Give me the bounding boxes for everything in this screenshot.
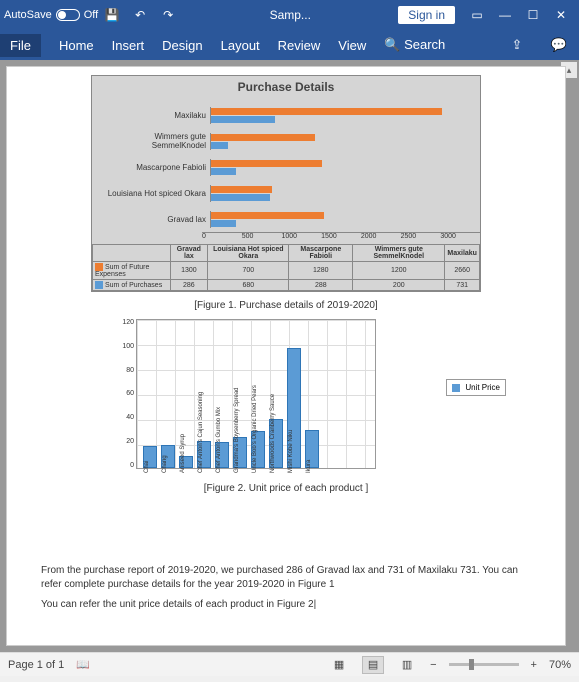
minimize-icon[interactable]: — xyxy=(491,1,519,29)
titlebar: AutoSave Off 💾 ↶ ↷ Samp... Sign in ▭ — ☐… xyxy=(0,0,579,30)
ribbon-options-icon[interactable]: ▭ xyxy=(463,1,491,29)
read-mode-icon[interactable]: ▦ xyxy=(328,656,350,674)
save-icon[interactable]: 💾 xyxy=(98,1,126,29)
spellcheck-icon[interactable]: 📖 xyxy=(76,658,90,671)
page: Purchase Details MaxilakuWimmers gute Se… xyxy=(6,66,566,646)
search-button[interactable]: 🔍 Search xyxy=(384,37,445,53)
undo-icon[interactable]: ↶ xyxy=(126,1,154,29)
chart1-title: Purchase Details xyxy=(92,76,480,98)
zoom-in-button[interactable]: + xyxy=(531,659,537,671)
figure2-caption: [Figure 2. Unit price of each product ] xyxy=(37,483,535,494)
tab-design[interactable]: Design xyxy=(162,38,202,53)
zoom-slider[interactable] xyxy=(449,663,519,666)
paragraph-1[interactable]: From the purchase report of 2019-2020, w… xyxy=(41,564,531,592)
autosave-state: Off xyxy=(84,9,98,21)
tab-insert[interactable]: Insert xyxy=(112,38,145,53)
statusbar: Page 1 of 1 📖 ▦ ▤ ▥ − + 70% xyxy=(0,652,579,676)
redo-icon[interactable]: ↷ xyxy=(154,1,182,29)
chart2-legend: Unit Price xyxy=(446,379,506,396)
print-layout-icon[interactable]: ▤ xyxy=(362,656,384,674)
maximize-icon[interactable]: ☐ xyxy=(519,1,547,29)
comments-icon[interactable]: 💬 xyxy=(547,33,571,57)
web-layout-icon[interactable]: ▥ xyxy=(396,656,418,674)
zoom-level[interactable]: 70% xyxy=(549,659,571,671)
page-indicator[interactable]: Page 1 of 1 xyxy=(8,659,64,671)
zoom-out-button[interactable]: − xyxy=(430,659,436,671)
autosave-toggle[interactable]: AutoSave Off xyxy=(4,9,98,21)
document-canvas[interactable]: ▴ Purchase Details MaxilakuWimmers gute … xyxy=(0,60,579,652)
autosave-label: AutoSave xyxy=(4,9,52,21)
tab-view[interactable]: View xyxy=(338,38,366,53)
ribbon-tabs: File Home Insert Design Layout Review Vi… xyxy=(0,30,579,60)
close-icon[interactable]: ✕ xyxy=(547,1,575,29)
tab-review[interactable]: Review xyxy=(278,38,321,53)
signin-button[interactable]: Sign in xyxy=(398,6,455,24)
document-title: Samp... xyxy=(182,8,398,22)
tab-file[interactable]: File xyxy=(0,34,41,57)
chart-unit-price[interactable]: 020406080100120 Unit Price ChaiChangAnis… xyxy=(116,319,456,475)
tab-home[interactable]: Home xyxy=(59,38,94,53)
chart1-data-table: Gravad laxLouisiana Hot spiced OkaraMasc… xyxy=(92,244,480,291)
figure1-caption: [Figure 1. Purchase details of 2019-2020… xyxy=(37,300,535,311)
toggle-off-icon xyxy=(56,9,80,21)
paragraph-2[interactable]: You can refer the unit price details of … xyxy=(41,598,531,612)
share-icon[interactable]: ⇪ xyxy=(505,33,529,57)
tab-layout[interactable]: Layout xyxy=(221,38,260,53)
chart-purchase-details[interactable]: Purchase Details MaxilakuWimmers gute Se… xyxy=(91,75,481,292)
